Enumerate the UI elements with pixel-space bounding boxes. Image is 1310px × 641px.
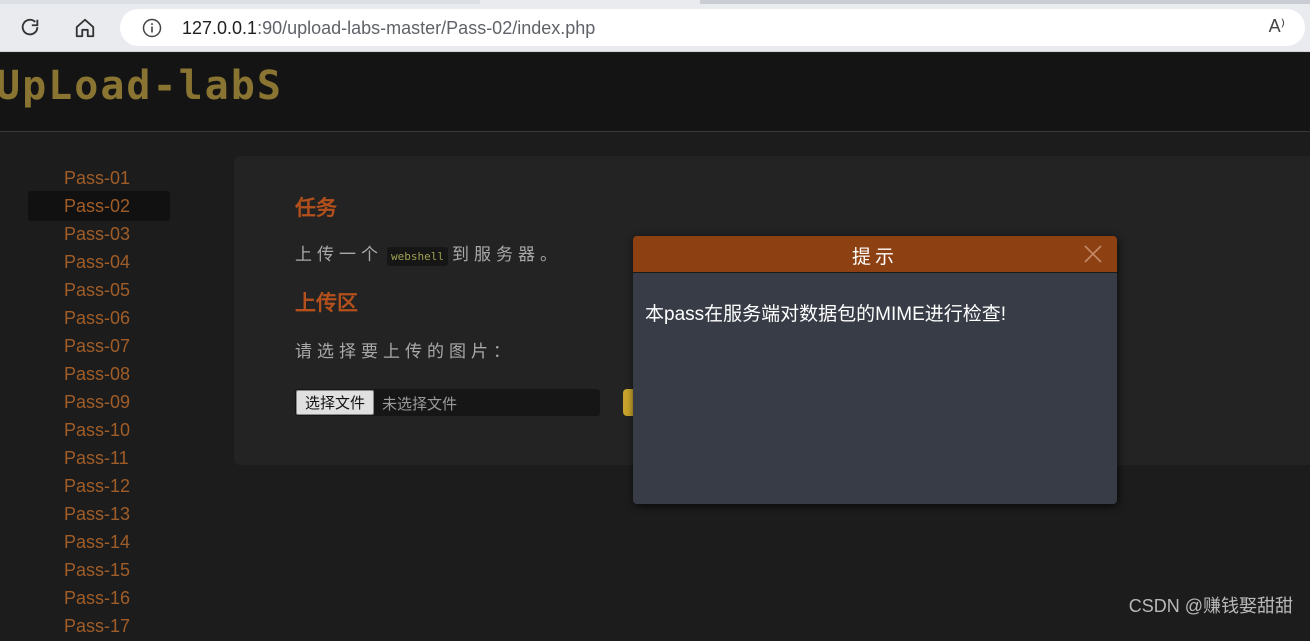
choose-file-button[interactable]: 选择文件 bbox=[296, 390, 375, 415]
info-icon[interactable] bbox=[142, 18, 162, 38]
site-header: UpLoad-labS bbox=[0, 53, 1310, 132]
reload-icon[interactable] bbox=[14, 12, 46, 44]
alert-dialog: 提示 本pass在服务端对数据包的MIME进行检查! bbox=[633, 236, 1117, 504]
sidebar-item-pass-14[interactable]: Pass-14 bbox=[28, 527, 170, 557]
sidebar-item-pass-13[interactable]: Pass-13 bbox=[28, 499, 170, 529]
url-text[interactable]: 127.0.0.1:90/upload-labs-master/Pass-02/… bbox=[182, 18, 595, 39]
dialog-message: 本pass在服务端对数据包的MIME进行检查! bbox=[645, 304, 1007, 325]
watermark: CSDN @赚钱娶甜甜 bbox=[1128, 596, 1293, 616]
task-text-after: 到服务器。 bbox=[451, 245, 562, 264]
close-icon[interactable] bbox=[1083, 244, 1103, 264]
sidebar-item-pass-17[interactable]: Pass-17 bbox=[28, 611, 170, 641]
task-description: 上传一个 webshell 到服务器。 bbox=[295, 240, 562, 266]
dialog-header: 提示 bbox=[633, 236, 1117, 273]
sidebar-item-pass-11[interactable]: Pass-11 bbox=[28, 443, 170, 473]
sidebar-item-pass-15[interactable]: Pass-15 bbox=[28, 555, 170, 585]
read-aloud-icon[interactable]: A⁾ bbox=[1269, 16, 1285, 37]
file-input[interactable]: 选择文件 未选择文件 bbox=[295, 389, 600, 416]
url-host: 127.0.0.1 bbox=[182, 18, 258, 38]
file-status: 未选择文件 bbox=[382, 396, 458, 413]
sidebar-item-pass-02[interactable]: Pass-02 bbox=[28, 191, 170, 221]
task-text-before: 上传一个 bbox=[295, 245, 383, 264]
sidebar-item-pass-10[interactable]: Pass-10 bbox=[28, 415, 170, 445]
webshell-code: webshell bbox=[387, 247, 448, 266]
sidebar-item-pass-04[interactable]: Pass-04 bbox=[28, 247, 170, 277]
tab-strip bbox=[0, 0, 480, 4]
browser-toolbar: 127.0.0.1:90/upload-labs-master/Pass-02/… bbox=[0, 0, 1310, 52]
url-path: :90/upload-labs-master/Pass-02/index.php bbox=[257, 18, 596, 38]
sidebar-item-pass-07[interactable]: Pass-07 bbox=[28, 331, 170, 361]
sidebar-item-pass-05[interactable]: Pass-05 bbox=[28, 275, 170, 305]
dialog-title: 提示 bbox=[851, 247, 898, 268]
site-logo[interactable]: UpLoad-labS bbox=[0, 63, 283, 109]
address-bar[interactable]: 127.0.0.1:90/upload-labs-master/Pass-02/… bbox=[120, 9, 1305, 46]
sidebar-item-pass-01[interactable]: Pass-01 bbox=[28, 163, 170, 193]
choose-prompt: 请选择要上传的图片： bbox=[295, 342, 515, 361]
upload-heading: 上传区 bbox=[295, 292, 358, 315]
sidebar: Pass-01 Pass-02 Pass-03 Pass-04 Pass-05 Pass-… bbox=[0, 133, 230, 636]
sidebar-item-pass-08[interactable]: Pass-08 bbox=[28, 359, 170, 389]
sidebar-item-pass-16[interactable]: Pass-16 bbox=[28, 583, 170, 613]
home-icon[interactable] bbox=[69, 12, 101, 44]
task-heading: 任务 bbox=[295, 197, 337, 220]
sidebar-item-pass-09[interactable]: Pass-09 bbox=[28, 387, 170, 417]
sidebar-item-pass-12[interactable]: Pass-12 bbox=[28, 471, 170, 501]
sidebar-item-pass-03[interactable]: Pass-03 bbox=[28, 219, 170, 249]
sidebar-item-pass-06[interactable]: Pass-06 bbox=[28, 303, 170, 333]
tab-strip bbox=[700, 0, 1310, 4]
